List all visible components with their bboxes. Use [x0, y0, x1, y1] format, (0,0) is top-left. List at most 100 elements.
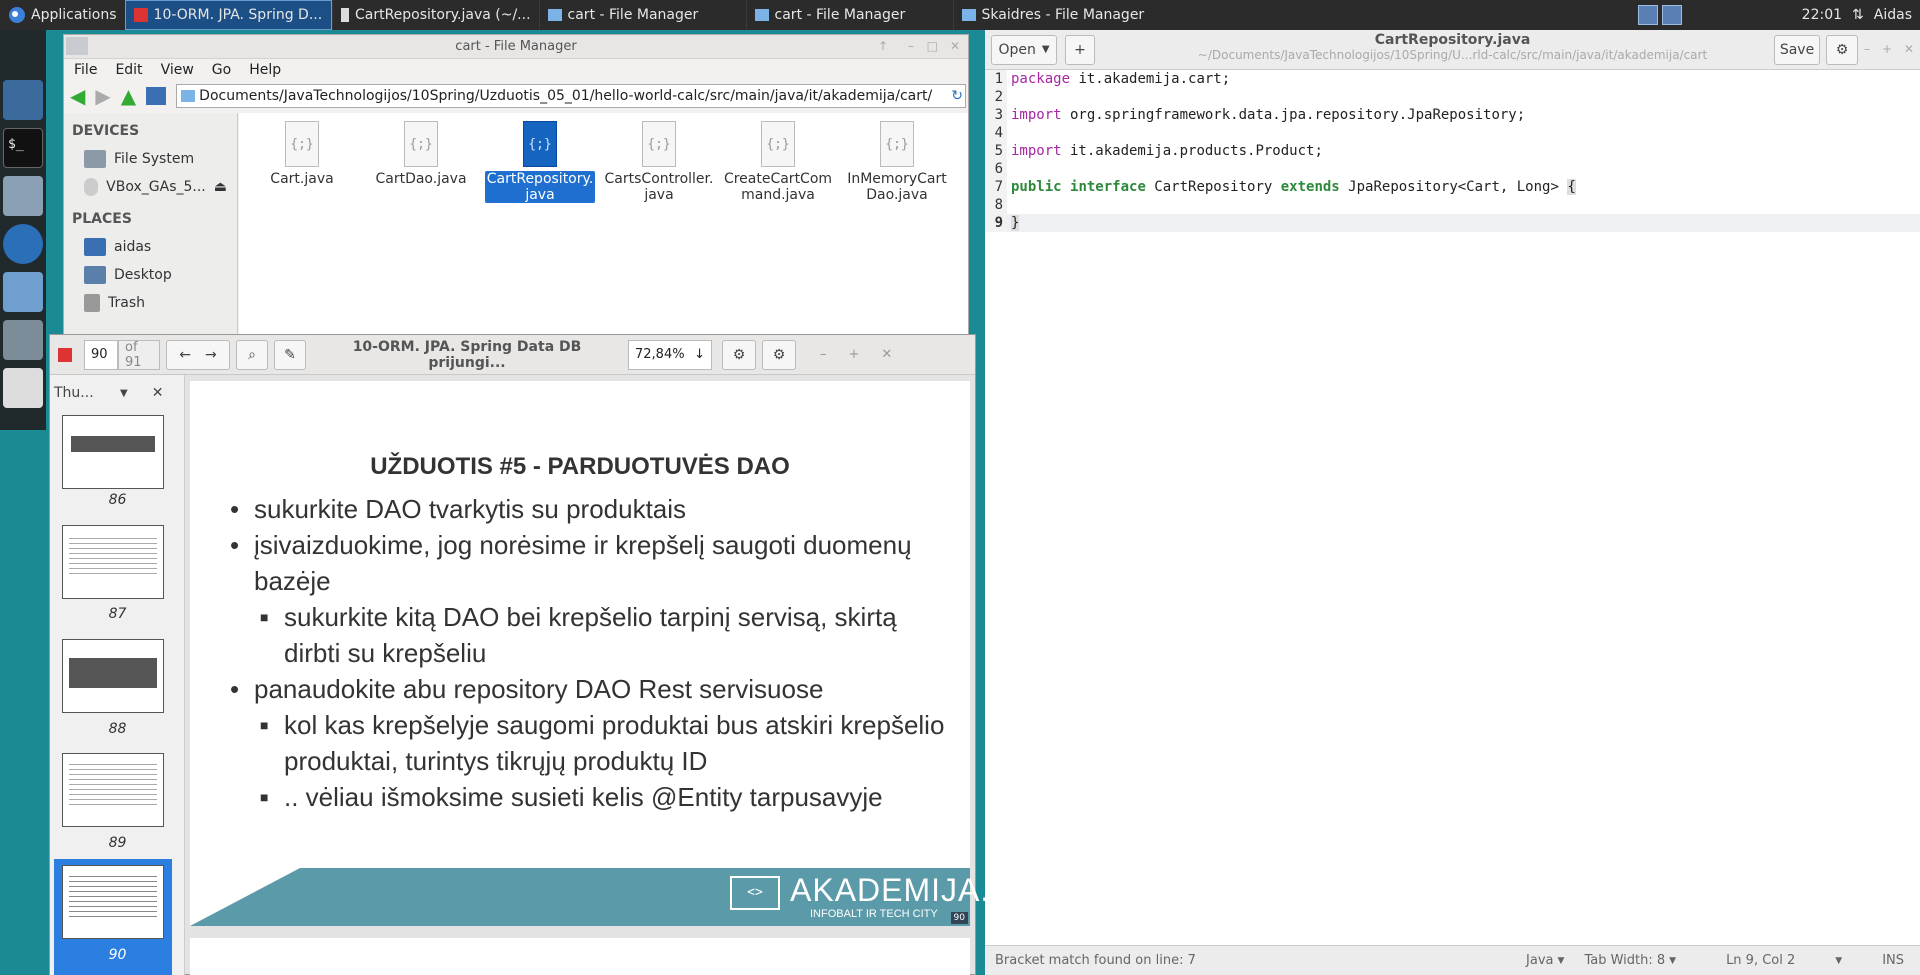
menu-edit[interactable]: Edit	[115, 62, 142, 78]
fm-titlebar[interactable]: cart - File Manager ↑ – □ ✕	[64, 35, 968, 59]
tab-width-selector[interactable]: Tab Width: 8	[1584, 953, 1665, 968]
desktop-icon[interactable]	[3, 80, 43, 120]
device-filesystem[interactable]: File System	[64, 145, 237, 173]
cursor-position[interactable]: Ln 9, Col 2	[1726, 953, 1795, 968]
sidebar-mode-label[interactable]: Thu...	[54, 385, 114, 401]
task-file-manager-3[interactable]: Skaidres - File Manager	[952, 0, 1160, 30]
task-pdf-viewer[interactable]: 10-ORM. JPA. Spring D...	[124, 0, 332, 30]
close-button[interactable]: ✕	[881, 347, 892, 362]
save-button[interactable]: Save	[1774, 34, 1820, 65]
code-line: 6	[985, 160, 1920, 178]
page-number-input[interactable]: 90	[84, 339, 118, 370]
applications-label: Applications	[31, 7, 117, 23]
search-button[interactable]: ⌕	[236, 339, 268, 370]
folder-icon[interactable]	[3, 272, 43, 312]
gear-icon: ⚙	[732, 346, 746, 363]
file-item[interactable]: {;} InMemoryCartDao.java	[842, 121, 952, 203]
new-tab-button[interactable]: +	[1065, 34, 1095, 65]
eject-icon[interactable]: ⏏	[214, 179, 227, 195]
forward-arrow-icon[interactable]: ▶	[95, 84, 110, 108]
task-file-manager-2[interactable]: cart - File Manager	[745, 0, 953, 30]
file-item[interactable]: {;} CreateCartCommand.java	[723, 121, 833, 203]
file-name: CartRepository.java	[485, 171, 595, 203]
open-button[interactable]: Open ▼	[991, 34, 1057, 65]
path-field[interactable]: Documents/JavaTechnologijos/10Spring/Uzd…	[176, 84, 966, 108]
page-thumbnail[interactable]	[62, 525, 164, 599]
view-settings-button[interactable]: ⚙	[722, 339, 756, 370]
menu-view[interactable]: View	[161, 62, 194, 78]
user-menu[interactable]: Aidas	[1874, 7, 1912, 23]
slide-page-number: 90	[950, 912, 968, 924]
menu-button[interactable]: ⚙	[1826, 34, 1858, 65]
task-file-manager-1[interactable]: cart - File Manager	[538, 0, 746, 30]
reload-icon[interactable]: ↻	[951, 88, 965, 104]
pdf-tray-icon[interactable]	[1637, 5, 1658, 25]
app-menu-button[interactable]: ⚙	[762, 339, 796, 370]
minimize-button[interactable]: –	[820, 347, 827, 362]
editor-title: CartRepository.java ~/Documents/JavaTechn…	[1125, 32, 1780, 63]
code-area[interactable]: 1 package it.akademija.cart; 2 3 import or…	[985, 70, 1920, 940]
page-thumbnail-selected[interactable]	[62, 865, 164, 939]
page-nav-buttons: ← →	[166, 339, 230, 370]
zoom-selector[interactable]: 72,84% ↓	[628, 339, 712, 370]
prev-page-icon[interactable]: ←	[179, 347, 191, 363]
maximize-button[interactable]: □	[927, 39, 938, 53]
sidebar-header: Thu... ▼ ✕	[50, 375, 184, 411]
file-manager-window: cart - File Manager ↑ – □ ✕ File Edit Vi…	[63, 34, 969, 375]
maximize-button[interactable]: +	[1882, 42, 1892, 56]
back-arrow-icon[interactable]: ◀	[70, 84, 85, 108]
annotate-button[interactable]: ✎	[274, 339, 306, 370]
close-button[interactable]: ✕	[950, 39, 960, 53]
task-editor[interactable]: CartRepository.java (~/...	[331, 0, 539, 30]
places-header: PLACES	[72, 211, 132, 227]
place-desktop[interactable]: Desktop	[64, 261, 237, 289]
sub-bullet-square: ■	[260, 609, 269, 625]
page-thumbnail[interactable]	[62, 415, 164, 489]
home-icon[interactable]	[146, 87, 167, 105]
applications-menu[interactable]: Applications	[0, 0, 125, 30]
pencil-icon: ✎	[284, 346, 296, 363]
settings-icon[interactable]	[3, 368, 43, 408]
browser-icon[interactable]	[3, 224, 43, 264]
minimize-button[interactable]: –	[1864, 42, 1870, 56]
page-count: of 91	[118, 339, 160, 370]
menu-go[interactable]: Go	[212, 62, 231, 78]
device-label: File System	[114, 151, 195, 167]
trash-icon[interactable]	[3, 320, 43, 360]
menu-help[interactable]: Help	[249, 62, 281, 78]
terminal-icon[interactable]: $_	[3, 128, 43, 168]
file-item-selected[interactable]: {;} CartRepository.java	[485, 121, 595, 203]
maximize-button[interactable]: +	[849, 347, 860, 362]
place-trash[interactable]: Trash	[64, 289, 237, 317]
close-icon[interactable]: ✕	[152, 385, 164, 401]
code-line: 3 import org.springframework.data.jpa.rep…	[985, 106, 1920, 124]
network-icon[interactable]: ⇅	[1852, 7, 1864, 23]
chevron-down-icon[interactable]: ▼	[120, 388, 128, 399]
up-arrow-icon[interactable]: ▲	[121, 84, 136, 108]
editor-tray-icon[interactable]	[1661, 5, 1682, 25]
left-dock: $_	[0, 30, 46, 430]
shade-button[interactable]: ↑	[878, 39, 888, 53]
minimize-button[interactable]: –	[908, 39, 914, 53]
file-item[interactable]: {;} CartsController.java	[604, 121, 714, 203]
home-folder-icon[interactable]	[3, 176, 43, 216]
java-file-icon: {;}	[642, 121, 676, 167]
next-page-icon[interactable]: →	[205, 347, 217, 363]
clock[interactable]: 22:01	[1802, 7, 1842, 23]
file-path: ~/Documents/JavaTechnologijos/10Spring/U…	[1197, 48, 1708, 62]
thumbnail-sidebar: Thu... ▼ ✕ 86 87 88 89 90	[50, 375, 185, 975]
menu-file[interactable]: File	[74, 62, 97, 78]
page-thumbnail[interactable]	[62, 753, 164, 827]
close-button[interactable]: ✕	[1904, 42, 1914, 56]
file-title: CartRepository.java	[1374, 32, 1531, 48]
language-selector[interactable]: Java	[1526, 953, 1553, 968]
folder-icon	[754, 9, 769, 21]
bullet-text: panaudokite abu repository DAO Rest serv…	[254, 674, 824, 704]
device-vbox[interactable]: VBox_GAs_5... ⏏	[64, 173, 237, 201]
pdf-icon	[133, 8, 148, 22]
file-item[interactable]: {;} CartDao.java	[366, 121, 476, 187]
gear-icon: ⚙	[772, 346, 786, 363]
file-item[interactable]: {;} Cart.java	[247, 121, 357, 187]
page-thumbnail[interactable]	[62, 639, 164, 713]
place-aidas[interactable]: aidas	[64, 233, 237, 261]
